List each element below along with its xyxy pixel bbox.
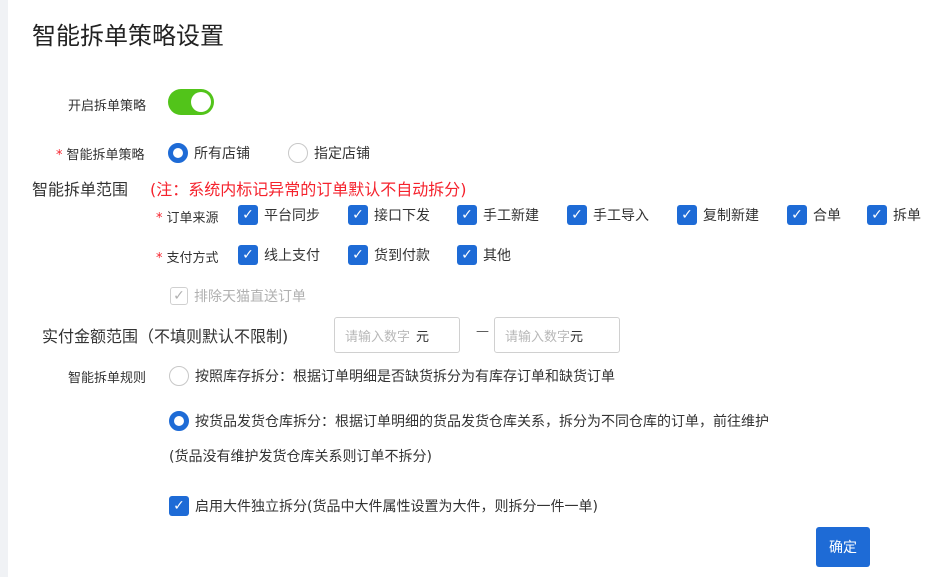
amount-min-input[interactable]: 请输入数字元 bbox=[334, 317, 460, 353]
check-icon: ✓ bbox=[169, 496, 189, 516]
amount-label: 实付金额范围（不填则默认不限制) bbox=[42, 327, 289, 346]
payment-other-checkbox[interactable]: ✓ 其他 bbox=[457, 245, 511, 265]
check-icon: ✓ bbox=[170, 287, 188, 305]
radio-selected-icon bbox=[169, 411, 189, 431]
scope-title: 智能拆单范围 bbox=[32, 180, 129, 199]
payment-online-checkbox[interactable]: ✓ 线上支付 bbox=[238, 245, 320, 265]
check-icon: ✓ bbox=[348, 205, 368, 225]
exclude-tmall-checkbox: ✓ 排除天猫直送订单 bbox=[170, 286, 306, 306]
source-split-checkbox[interactable]: ✓ 拆单 bbox=[867, 205, 921, 225]
radio-empty-icon bbox=[169, 366, 189, 386]
order-source-label: * 订单来源 bbox=[156, 211, 219, 226]
source-platform-sync-checkbox[interactable]: ✓ 平台同步 bbox=[238, 205, 320, 225]
source-merge-checkbox[interactable]: ✓ 合单 bbox=[787, 205, 841, 225]
confirm-button[interactable]: 确定 bbox=[816, 527, 870, 567]
check-icon: ✓ bbox=[238, 245, 258, 265]
check-icon: ✓ bbox=[567, 205, 587, 225]
check-icon: ✓ bbox=[787, 205, 807, 225]
source-manual-create-checkbox[interactable]: ✓ 手工新建 bbox=[457, 205, 539, 225]
page-title: 智能拆单策略设置 bbox=[32, 22, 224, 50]
check-icon: ✓ bbox=[238, 205, 258, 225]
rule-warehouse-split-radio[interactable]: 按货品发货仓库拆分：根据订单明细的货品发货仓库关系，拆分为不同仓库的订单，前往维… bbox=[169, 411, 769, 431]
left-border bbox=[0, 0, 8, 577]
strategy-all-stores-radio[interactable]: 所有店铺 bbox=[168, 143, 250, 163]
check-icon: ✓ bbox=[677, 205, 697, 225]
source-manual-import-checkbox[interactable]: ✓ 手工导入 bbox=[567, 205, 649, 225]
bulky-split-checkbox[interactable]: ✓ 启用大件独立拆分(货品中大件属性设置为大件，则拆分一件一单) bbox=[169, 496, 598, 516]
check-icon: ✓ bbox=[457, 245, 477, 265]
enable-toggle[interactable] bbox=[168, 89, 214, 115]
radio-selected-icon bbox=[168, 143, 188, 163]
payment-cod-checkbox[interactable]: ✓ 货到付款 bbox=[348, 245, 430, 265]
range-separator: — bbox=[476, 324, 489, 339]
radio-empty-icon bbox=[288, 143, 308, 163]
strategy-label: * 智能拆单策略 bbox=[56, 148, 145, 163]
enable-label: 开启拆单策略 bbox=[68, 99, 147, 114]
check-icon: ✓ bbox=[457, 205, 477, 225]
rule-stock-split-radio[interactable]: 按照库存拆分：根据订单明细是否缺货拆分为有库存订单和缺货订单 bbox=[169, 366, 615, 386]
check-icon: ✓ bbox=[348, 245, 368, 265]
strategy-specific-stores-radio[interactable]: 指定店铺 bbox=[288, 143, 370, 163]
source-api-checkbox[interactable]: ✓ 接口下发 bbox=[348, 205, 430, 225]
payment-label: * 支付方式 bbox=[156, 251, 219, 266]
rules-label: 智能拆单规则 bbox=[68, 371, 147, 386]
toggle-knob bbox=[191, 92, 211, 112]
amount-max-input[interactable]: 请输入数字元 bbox=[494, 317, 620, 353]
rule-warehouse-note: (货品没有维护发货仓库关系则订单不拆分) bbox=[169, 449, 432, 465]
scope-note: (注：系统内标记异常的订单默认不自动拆分) bbox=[150, 180, 467, 199]
source-copy-create-checkbox[interactable]: ✓ 复制新建 bbox=[677, 205, 759, 225]
check-icon: ✓ bbox=[867, 205, 887, 225]
